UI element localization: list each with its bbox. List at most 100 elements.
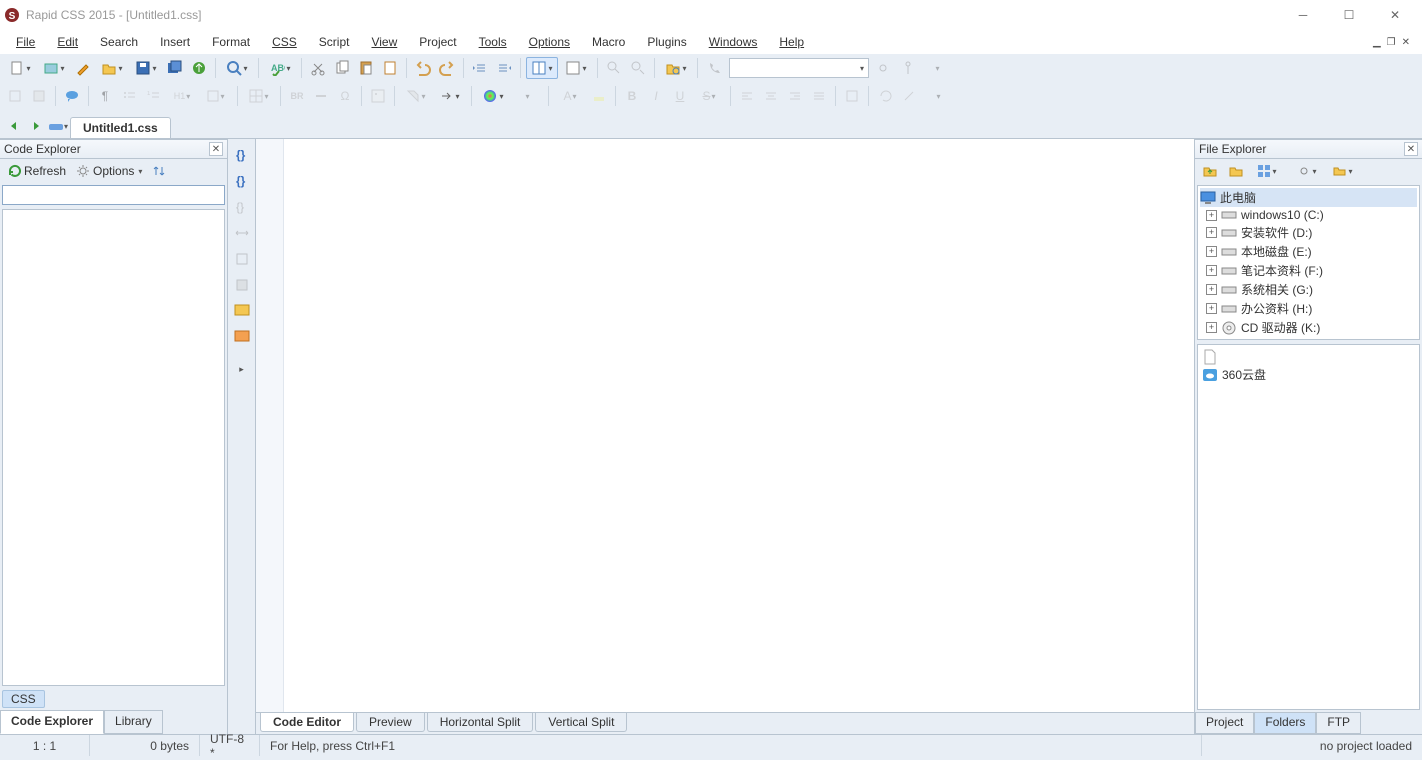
tab-horizontal-split[interactable]: Horizontal Split (427, 713, 534, 732)
close-code-explorer-button[interactable]: ✕ (209, 142, 223, 156)
brackets-alt-icon[interactable]: {} (232, 171, 252, 191)
folder-up-button[interactable] (1199, 160, 1221, 182)
menu-options[interactable]: Options (519, 33, 580, 51)
css-language-tag[interactable]: CSS (2, 690, 45, 708)
code-editor[interactable] (284, 139, 1194, 712)
image-button[interactable] (367, 85, 389, 107)
menu-search[interactable]: Search (90, 33, 148, 51)
copy-button[interactable] (331, 57, 353, 79)
menu-insert[interactable]: Insert (150, 33, 200, 51)
layout-button[interactable]: ▾ (560, 57, 592, 79)
drive-tree[interactable]: 此电脑 +windows10 (C:) +安装软件 (D:) +本地磁盘 (E:… (1197, 185, 1420, 340)
new-file-button[interactable]: ▾ (4, 57, 36, 79)
menu-plugins[interactable]: Plugins (637, 33, 696, 51)
mdi-close-icon[interactable]: ✕ (1402, 37, 1410, 48)
expand-icon[interactable]: + (1206, 265, 1217, 276)
phone-button[interactable] (703, 57, 725, 79)
menu-css[interactable]: CSS (262, 33, 307, 51)
expand-icon[interactable]: + (1206, 284, 1217, 295)
list-ol-button[interactable]: 1 (142, 85, 164, 107)
tree-drive[interactable]: +笔记本资料 (F:) (1200, 261, 1417, 280)
strike-button[interactable]: S▾ (693, 85, 725, 107)
close-window-button[interactable]: ✕ (1372, 0, 1418, 30)
save-button[interactable]: ▾ (130, 57, 162, 79)
tree-root[interactable]: 此电脑 (1200, 188, 1417, 207)
menu-edit[interactable]: Edit (47, 33, 88, 51)
gear-button[interactable]: ▾ (1291, 160, 1323, 182)
spellcheck-button[interactable]: ABC▾ (264, 57, 296, 79)
paste-button[interactable] (355, 57, 377, 79)
table-button[interactable]: ▾ (243, 85, 275, 107)
new-project-button[interactable]: ▾ (38, 57, 70, 79)
rect-top-icon[interactable] (232, 249, 252, 269)
expand-icon[interactable]: + (1206, 246, 1217, 257)
menu-script[interactable]: Script (309, 33, 360, 51)
tab-folders[interactable]: Folders (1254, 712, 1316, 734)
block-button[interactable]: ▾ (200, 85, 232, 107)
brackets-blue-icon[interactable]: {} (232, 145, 252, 165)
menu-help[interactable]: Help (769, 33, 814, 51)
tab-ftp[interactable]: FTP (1316, 712, 1361, 734)
highlight-button[interactable] (588, 85, 610, 107)
file-item[interactable]: 360云盘 (1202, 365, 1415, 384)
rect-fill-icon[interactable] (232, 275, 252, 295)
document-tab-1[interactable]: Untitled1.css (70, 117, 171, 138)
find-button[interactable] (603, 57, 625, 79)
tree-drive[interactable]: +CD 驱动器 (K:) (1200, 318, 1417, 337)
nav-home-button[interactable]: ▾ (48, 116, 68, 136)
note-yellow-icon[interactable] (232, 301, 252, 321)
tab-project[interactable]: Project (1195, 712, 1254, 734)
heading-button[interactable]: H1▾ (166, 85, 198, 107)
italic-button[interactable]: I (645, 85, 667, 107)
file-list[interactable]: 360云盘 (1197, 344, 1420, 710)
box-button[interactable] (841, 85, 863, 107)
outdent-button[interactable] (469, 57, 491, 79)
tree-drive[interactable]: +本地磁盘 (E:) (1200, 242, 1417, 261)
sort-button[interactable] (149, 163, 169, 179)
find-replace-button[interactable] (627, 57, 649, 79)
color-picker-button[interactable]: ▾ (477, 85, 509, 107)
target-dropdown[interactable]: ▾ (729, 58, 869, 78)
tab-library[interactable]: Library (104, 710, 163, 734)
view-mode-button[interactable]: ▾ (1251, 160, 1283, 182)
align-left-button[interactable] (736, 85, 758, 107)
menu-windows[interactable]: Windows (699, 33, 768, 51)
align-center-button[interactable] (760, 85, 782, 107)
style-button[interactable] (4, 85, 26, 107)
edit-button[interactable] (72, 57, 94, 79)
tab-vertical-split[interactable]: Vertical Split (535, 713, 627, 732)
split-view-button[interactable]: ▾ (526, 57, 558, 79)
note-orange-icon[interactable] (232, 327, 252, 347)
expand-icon[interactable]: + (1206, 322, 1217, 333)
div-button[interactable] (28, 85, 50, 107)
menu-project[interactable]: Project (409, 33, 466, 51)
tree-drive[interactable]: +安装软件 (D:) (1200, 223, 1417, 242)
undo-button[interactable] (412, 57, 434, 79)
code-explorer-tree[interactable] (2, 209, 225, 686)
comment-button[interactable] (61, 85, 83, 107)
tree-drive[interactable]: +windows10 (C:) (1200, 207, 1417, 223)
tab-code-explorer[interactable]: Code Explorer (0, 710, 104, 734)
width-icon[interactable] (232, 223, 252, 243)
refresh-icon[interactable] (874, 85, 896, 107)
save-all-button[interactable] (164, 57, 186, 79)
close-file-explorer-button[interactable]: ✕ (1404, 142, 1418, 156)
options-button[interactable]: Options▾ (73, 163, 145, 179)
expand-icon[interactable]: + (1206, 303, 1217, 314)
omega-button[interactable]: Ω (334, 85, 356, 107)
wand-icon[interactable] (898, 85, 920, 107)
tree-drive[interactable]: +系统相关 (G:) (1200, 280, 1417, 299)
status-encoding[interactable]: UTF-8 * (200, 735, 260, 756)
expand-icon[interactable]: + (1206, 227, 1217, 238)
menu-file[interactable]: File (6, 33, 45, 51)
mdi-minimize-icon[interactable]: ▁ (1373, 37, 1381, 48)
arrow-button[interactable]: ▾ (434, 85, 466, 107)
cut-button[interactable] (307, 57, 329, 79)
extras-button[interactable]: ▾ (922, 85, 954, 107)
menu-format[interactable]: Format (202, 33, 260, 51)
align-right-button[interactable] (784, 85, 806, 107)
br-button[interactable]: BR (286, 85, 308, 107)
link-button[interactable] (873, 57, 895, 79)
folder-new-button[interactable] (1225, 160, 1247, 182)
tree-drive[interactable]: +办公资料 (H:) (1200, 299, 1417, 318)
